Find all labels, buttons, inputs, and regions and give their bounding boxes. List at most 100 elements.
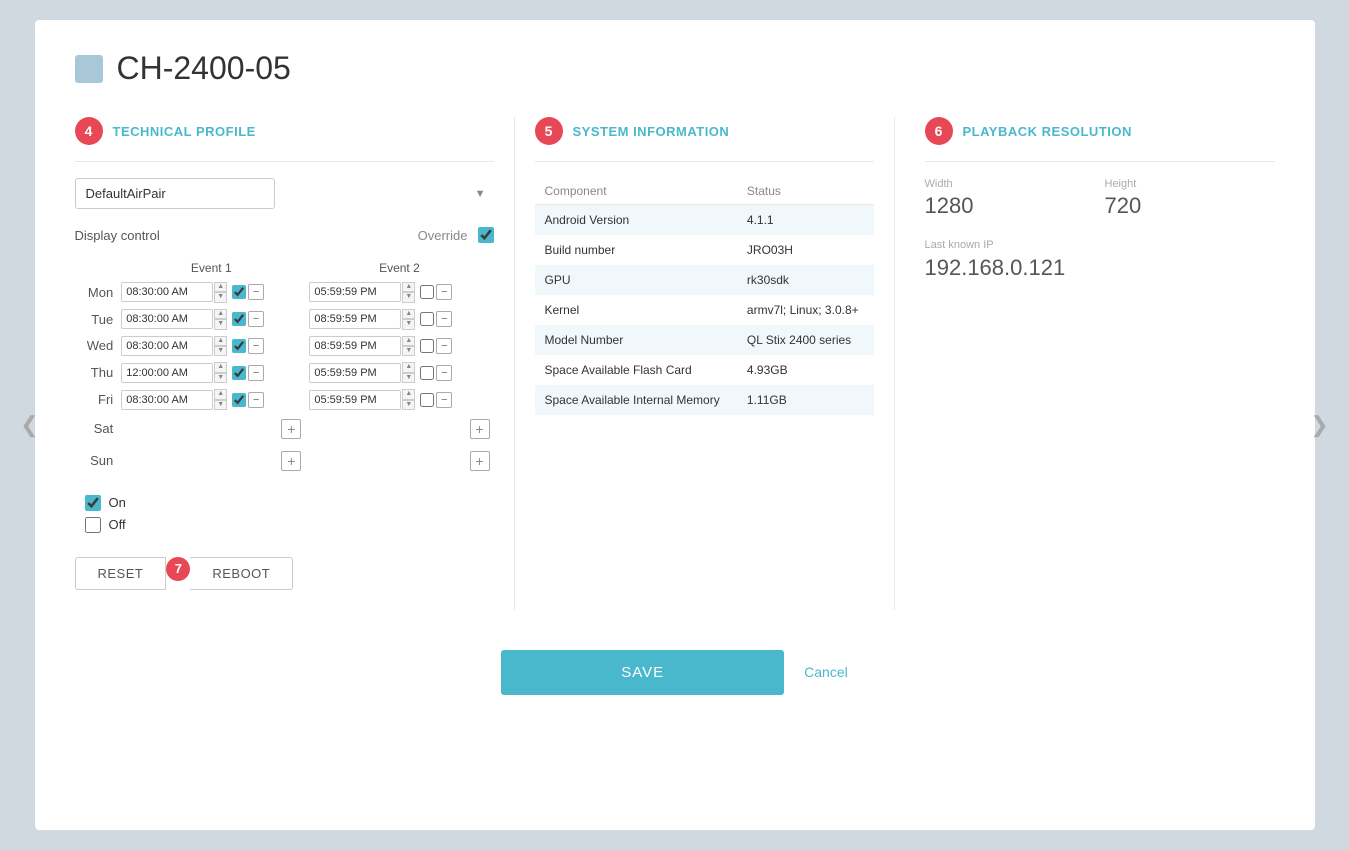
event2-minus-btn[interactable]: − — [436, 365, 452, 381]
status-cell: 4.1.1 — [737, 205, 874, 236]
reset-button[interactable]: RESET — [75, 557, 167, 590]
event2-spin-down[interactable]: ▼ — [402, 292, 415, 302]
event2-minus-btn[interactable]: − — [436, 311, 452, 327]
event2-checkbox[interactable] — [420, 393, 434, 407]
event1-time-input[interactable] — [121, 282, 213, 302]
page-title: CH-2400-05 — [117, 50, 291, 87]
dropdown-arrow-icon: ▼ — [475, 188, 486, 200]
event2-spin-down[interactable]: ▼ — [402, 346, 415, 356]
event1-cell: + — [117, 413, 305, 445]
tech-divider — [75, 161, 494, 162]
profile-dropdown-wrapper: DefaultAirPair Profile2 Profile3 ▼ — [75, 178, 494, 209]
day-label: Sat — [75, 413, 118, 445]
event1-minus-btn[interactable]: − — [248, 311, 264, 327]
event2-spin-down[interactable]: ▼ — [402, 319, 415, 329]
save-button[interactable]: SAVE — [501, 650, 784, 695]
event1-spin-up[interactable]: ▲ — [214, 282, 227, 292]
event1-spin-up[interactable]: ▲ — [214, 389, 227, 399]
status-col-header: Status — [737, 178, 874, 205]
schedule-table: Event 1 Event 2 Mon ▲ ▼ − — [75, 257, 494, 477]
event2-checkbox[interactable] — [420, 312, 434, 326]
event1-minus-btn[interactable]: − — [248, 392, 264, 408]
event1-spin-up[interactable]: ▲ — [214, 336, 227, 346]
schedule-row: Sun + + — [75, 445, 494, 477]
event1-minus-btn[interactable]: − — [248, 338, 264, 354]
height-value: 720 — [1105, 193, 1142, 218]
cancel-button[interactable]: Cancel — [804, 664, 848, 680]
event2-add-btn[interactable]: + — [470, 451, 490, 471]
event2-time-input[interactable] — [309, 282, 401, 302]
event1-cell: ▲ ▼ − — [117, 359, 305, 386]
event1-spin-down[interactable]: ▼ — [214, 400, 227, 410]
day-label: Fri — [75, 386, 118, 413]
event1-time-input[interactable] — [121, 309, 213, 329]
event1-checkbox[interactable] — [232, 285, 246, 299]
event1-spin-down[interactable]: ▼ — [214, 292, 227, 302]
event2-time-input[interactable] — [309, 336, 401, 356]
event1-cell: ▲ ▼ − — [117, 279, 305, 306]
event1-time-input[interactable] — [121, 363, 213, 383]
event1-time-input[interactable] — [121, 336, 213, 356]
event2-minus-btn[interactable]: − — [436, 338, 452, 354]
event1-time-input[interactable] — [121, 390, 213, 410]
profile-dropdown[interactable]: DefaultAirPair Profile2 Profile3 — [75, 178, 275, 209]
event1-checkbox[interactable] — [232, 393, 246, 407]
event1-spin-up[interactable]: ▲ — [214, 309, 227, 319]
status-cell: QL Stix 2400 series — [737, 325, 874, 355]
day-label: Sun — [75, 445, 118, 477]
sys-divider — [535, 161, 874, 162]
event2-timebox: ▲ ▼ — [309, 309, 415, 330]
event2-cell: + — [305, 445, 493, 477]
event1-spin-down[interactable]: ▼ — [214, 373, 227, 383]
component-cell: GPU — [535, 265, 737, 295]
nav-left-button[interactable]: ❮ — [15, 410, 45, 440]
event2-checkbox[interactable] — [420, 285, 434, 299]
sys-info-row: Android Version4.1.1 — [535, 205, 874, 236]
event1-checkbox[interactable] — [232, 366, 246, 380]
event2-add-btn[interactable]: + — [470, 419, 490, 439]
event1-spin-up[interactable]: ▲ — [214, 362, 227, 372]
day-label: Wed — [75, 333, 118, 360]
event1-spin-down[interactable]: ▼ — [214, 346, 227, 356]
on-checkbox[interactable] — [85, 495, 101, 511]
event2-spin-down[interactable]: ▼ — [402, 400, 415, 410]
event1-minus-btn[interactable]: − — [248, 365, 264, 381]
main-card: ❮ ❯ CH-2400-05 4 TECHNICAL PROFILE Defau… — [35, 20, 1315, 830]
event2-minus-btn[interactable]: − — [436, 392, 452, 408]
sys-info-row: Model NumberQL Stix 2400 series — [535, 325, 874, 355]
nav-right-button[interactable]: ❯ — [1305, 410, 1335, 440]
event2-checkbox[interactable] — [420, 339, 434, 353]
schedule-row: Wed ▲ ▼ − ▲ ▼ — [75, 333, 494, 360]
event1-col-header: Event 1 — [117, 257, 305, 279]
system-info-table: Component Status Android Version4.1.1Bui… — [535, 178, 874, 415]
event2-spin-up[interactable]: ▲ — [402, 389, 415, 399]
event2-minus-btn[interactable]: − — [436, 284, 452, 300]
event2-cell: ▲ ▼ − — [305, 359, 493, 386]
event2-checkbox[interactable] — [420, 366, 434, 380]
event1-add-btn[interactable]: + — [281, 419, 301, 439]
reboot-button[interactable]: REBOOT — [190, 557, 293, 590]
event1-checkbox[interactable] — [232, 339, 246, 353]
width-item: Width 1280 — [925, 178, 1095, 219]
component-cell: Android Version — [535, 205, 737, 236]
event2-spin-up[interactable]: ▲ — [402, 336, 415, 346]
event2-spin-down[interactable]: ▼ — [402, 373, 415, 383]
device-icon — [75, 55, 103, 83]
off-checkbox[interactable] — [85, 517, 101, 533]
event1-spin-down[interactable]: ▼ — [214, 319, 227, 329]
override-checkbox[interactable] — [478, 227, 494, 243]
event1-checkbox[interactable] — [232, 312, 246, 326]
schedule-row: Thu ▲ ▼ − ▲ ▼ — [75, 359, 494, 386]
section-6-badge: 6 — [925, 117, 953, 145]
event1-minus-btn[interactable]: − — [248, 284, 264, 300]
component-cell: Model Number — [535, 325, 737, 355]
section-5-badge: 5 — [535, 117, 563, 145]
event2-time-input[interactable] — [309, 363, 401, 383]
event2-spin-up[interactable]: ▲ — [402, 362, 415, 372]
playback-divider — [925, 161, 1275, 162]
event2-spin-up[interactable]: ▲ — [402, 309, 415, 319]
event2-spin-up[interactable]: ▲ — [402, 282, 415, 292]
event1-add-btn[interactable]: + — [281, 451, 301, 471]
event2-time-input[interactable] — [309, 309, 401, 329]
event2-time-input[interactable] — [309, 390, 401, 410]
